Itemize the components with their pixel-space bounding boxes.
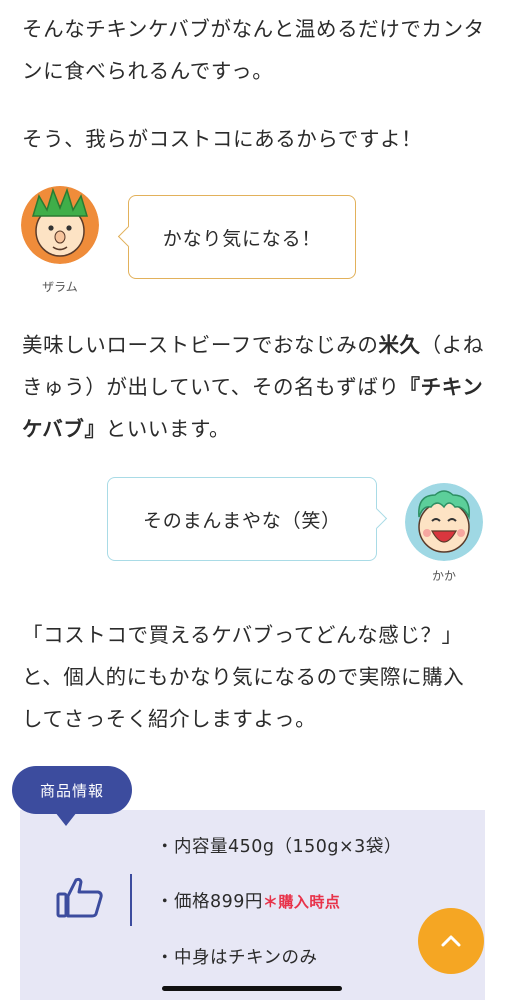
product-info-tag: 商品情報 <box>12 766 132 814</box>
paragraph-3: 美味しいローストビーフでおなじみの米久（よねきゅう）が出していて、その名もずばり… <box>22 324 485 450</box>
chat-text-kaka: そのまんまやな（笑） <box>142 509 341 532</box>
info-tag-tail <box>55 812 77 826</box>
paragraph-3-text-a: 美味しいローストビーフでおなじみの <box>22 333 379 357</box>
chat-text-zaramu: かなり気になる！ <box>162 227 322 250</box>
price-text: ・価格899円 <box>156 892 263 912</box>
price-note: ＊購入時点 <box>262 893 341 911</box>
chat-bubble-zaramu: かなり気になる！ <box>117 195 356 279</box>
chat-bubble-kaka: そのまんまやな（笑） <box>107 477 388 561</box>
chevron-up-icon <box>441 935 461 947</box>
avatar-kaka <box>405 483 483 561</box>
avatar-name-zaramu: ザラム <box>42 280 78 294</box>
paragraph-2: そう、我らがコストコにあるからですよ！ <box>22 127 423 151</box>
brand-name: 米久 <box>378 333 421 357</box>
info-divider <box>130 874 132 926</box>
avatar-name-kaka: かか <box>431 569 456 583</box>
home-indicator[interactable] <box>162 986 342 991</box>
paragraph-1: そんなチキンケバブがなんと温めるだけでカンタンに食べられるんですっ。 <box>22 17 485 83</box>
bubble-tail <box>365 507 388 530</box>
zaramu-face-icon <box>21 186 99 264</box>
info-item-price: ・価格899円＊購入時点 <box>156 888 340 913</box>
thumbs-up-icon <box>56 877 103 918</box>
bubble-tail <box>117 225 140 248</box>
scroll-to-top-button[interactable] <box>418 908 484 974</box>
paragraph-3-text-e: といいます。 <box>105 417 231 441</box>
avatar-zaramu <box>21 186 99 264</box>
info-item-filling: ・中身はチキンのみ <box>156 948 318 968</box>
paragraph-4: 「コストコで買えるケバブってどんな感じ？」と、個人的にもかなり気になるので実際に… <box>22 623 465 731</box>
info-item-content: ・内容量450g（150g×3袋） <box>156 837 402 857</box>
kaka-face-icon <box>405 483 483 561</box>
